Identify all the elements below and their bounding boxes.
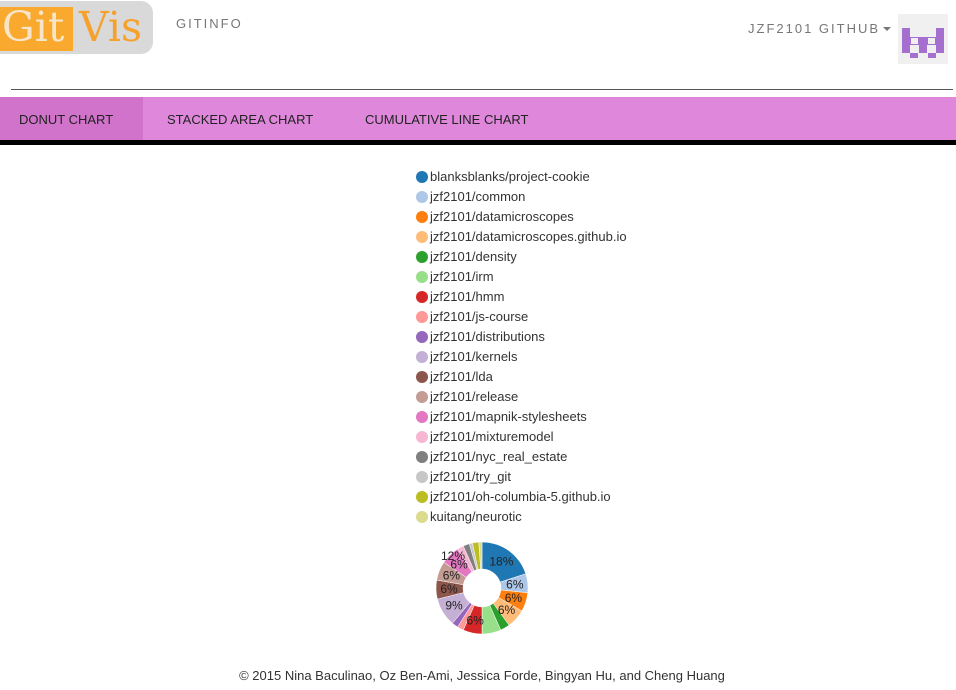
legend-label: jzf2101/datamicroscopes.github.io bbox=[430, 229, 627, 244]
legend-swatch-icon bbox=[416, 511, 428, 523]
legend-item: jzf2101/kernels bbox=[416, 347, 627, 367]
legend-item: jzf2101/datamicroscopes bbox=[416, 207, 627, 227]
logo-word-git: Git bbox=[2, 3, 65, 51]
footer-credits: © 2015 Nina Baculinao, Oz Ben-Ami, Jessi… bbox=[239, 668, 725, 683]
legend-label: jzf2101/common bbox=[430, 189, 526, 204]
legend-item: jzf2101/lda bbox=[416, 367, 627, 387]
legend-label: jzf2101/mapnik-stylesheets bbox=[430, 409, 587, 424]
legend-item: jzf2101/oh-columbia-5.github.io bbox=[416, 487, 627, 507]
identicon-icon bbox=[902, 28, 944, 58]
legend-swatch-icon bbox=[416, 411, 428, 423]
legend-item: jzf2101/hmm bbox=[416, 287, 627, 307]
legend-item: jzf2101/mapnik-stylesheets bbox=[416, 407, 627, 427]
legend-swatch-icon bbox=[416, 451, 428, 463]
legend-swatch-icon bbox=[416, 351, 428, 363]
legend-label: jzf2101/nyc_real_estate bbox=[430, 449, 568, 464]
slice-percent-label: 9% bbox=[445, 598, 463, 612]
legend-label: jzf2101/try_git bbox=[430, 469, 511, 484]
slice-percent-label: 6% bbox=[440, 582, 458, 596]
legend-item: blanksblanks/project-cookie bbox=[416, 167, 627, 187]
legend-label: kuitang/neurotic bbox=[430, 509, 522, 524]
slice-percent-label: 18% bbox=[489, 554, 513, 568]
legend-label: jzf2101/hmm bbox=[430, 289, 505, 304]
legend-item: jzf2101/distributions bbox=[416, 327, 627, 347]
slice-percent-label: 6% bbox=[506, 578, 524, 592]
legend-swatch-icon bbox=[416, 191, 428, 203]
github-dropdown[interactable]: JZF2101 GITHUB bbox=[748, 21, 892, 36]
legend-swatch-icon bbox=[416, 311, 428, 323]
legend-swatch-icon bbox=[416, 251, 428, 263]
header-divider bbox=[11, 89, 953, 90]
legend-swatch-icon bbox=[416, 391, 428, 403]
legend-swatch-icon bbox=[416, 291, 428, 303]
legend-item: jzf2101/mixturemodel bbox=[416, 427, 627, 447]
tabs-underline bbox=[0, 140, 956, 145]
brand-link[interactable]: GITINFO bbox=[176, 16, 243, 31]
legend-item: jzf2101/common bbox=[416, 187, 627, 207]
slice-percent-label: 6% bbox=[466, 613, 484, 627]
donut-chart: 18%6%6%6%6%9%6%6%6%12% bbox=[435, 541, 529, 635]
legend-swatch-icon bbox=[416, 331, 428, 343]
legend-label: jzf2101/js-course bbox=[430, 309, 529, 324]
chart-legend: blanksblanks/project-cookie jzf2101/commo… bbox=[416, 167, 627, 527]
legend-swatch-icon bbox=[416, 371, 428, 383]
legend-item: jzf2101/js-course bbox=[416, 307, 627, 327]
legend-label: jzf2101/distributions bbox=[430, 329, 545, 344]
legend-label: jzf2101/oh-columbia-5.github.io bbox=[430, 489, 611, 504]
legend-item: jzf2101/try_git bbox=[416, 467, 627, 487]
legend-label: jzf2101/kernels bbox=[430, 349, 518, 364]
legend-item: jzf2101/density bbox=[416, 247, 627, 267]
avatar[interactable] bbox=[898, 14, 948, 64]
legend-item: jzf2101/release bbox=[416, 387, 627, 407]
legend-label: jzf2101/irm bbox=[430, 269, 494, 284]
legend-swatch-icon bbox=[416, 491, 428, 503]
legend-swatch-icon bbox=[416, 471, 428, 483]
caret-down-icon bbox=[883, 27, 892, 31]
slice-percent-label: 12% bbox=[441, 549, 465, 563]
legend-label: jzf2101/lda bbox=[430, 369, 493, 384]
legend-item: jzf2101/nyc_real_estate bbox=[416, 447, 627, 467]
tab-donut-chart[interactable]: DONUT CHART bbox=[0, 97, 143, 140]
github-dropdown-label: JZF2101 GITHUB bbox=[748, 21, 881, 36]
logo-word-vis: Vis bbox=[79, 3, 143, 51]
legend-swatch-icon bbox=[416, 231, 428, 243]
chart-tabs: DONUT CHART STACKED AREA CHART CUMULATIV… bbox=[0, 97, 956, 140]
legend-swatch-icon bbox=[416, 171, 428, 183]
legend-label: jzf2101/mixturemodel bbox=[430, 429, 554, 444]
legend-swatch-icon bbox=[416, 431, 428, 443]
legend-swatch-icon bbox=[416, 271, 428, 283]
legend-label: jzf2101/datamicroscopes bbox=[430, 209, 574, 224]
tab-stacked-area-chart[interactable]: STACKED AREA CHART bbox=[148, 97, 332, 140]
legend-item: jzf2101/irm bbox=[416, 267, 627, 287]
legend-label: blanksblanks/project-cookie bbox=[430, 169, 590, 184]
legend-item: kuitang/neurotic bbox=[416, 507, 627, 527]
legend-swatch-icon bbox=[416, 211, 428, 223]
legend-label: jzf2101/density bbox=[430, 249, 517, 264]
legend-label: jzf2101/release bbox=[430, 389, 519, 404]
tab-cumulative-line-chart[interactable]: CUMULATIVE LINE CHART bbox=[346, 97, 548, 140]
slice-percent-label: 6% bbox=[498, 603, 516, 617]
legend-item: jzf2101/datamicroscopes.github.io bbox=[416, 227, 627, 247]
gitvis-logo[interactable]: Git Vis bbox=[0, 1, 153, 54]
